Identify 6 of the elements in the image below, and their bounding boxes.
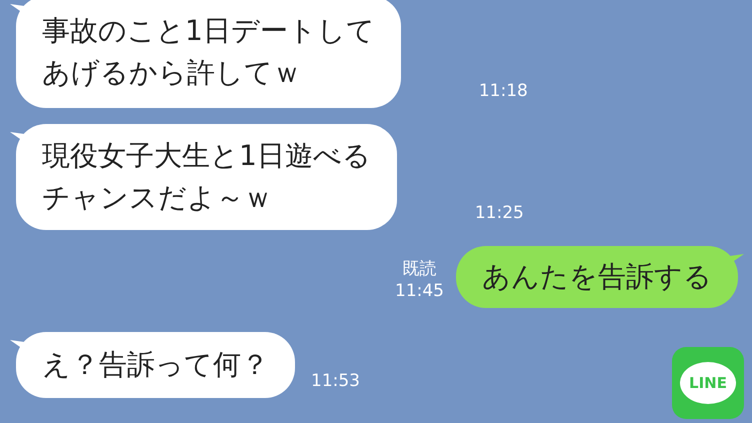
logo-text: LINE [680,362,736,404]
timestamp: 11:18 [478,80,528,102]
timestamp: 11:25 [474,202,524,224]
timestamp: 11:45 [395,280,444,302]
timestamp: 11:53 [311,370,360,392]
read-receipt: 既読 [402,258,436,280]
